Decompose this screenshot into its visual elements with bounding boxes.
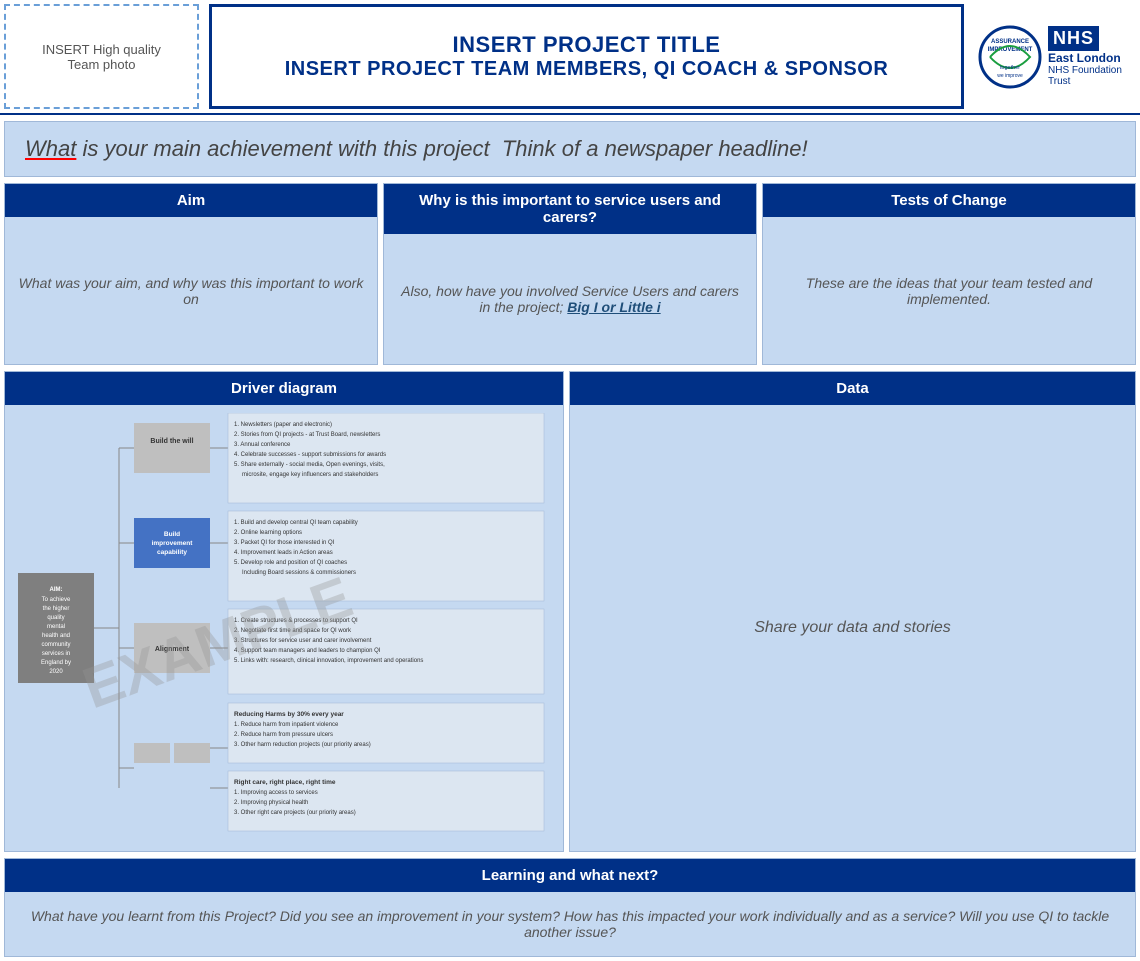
middle-section: Aim What was your aim, and why was this … bbox=[4, 183, 1136, 365]
svg-text:ASSURANCE: ASSURANCE bbox=[991, 39, 1029, 45]
svg-text:2020: 2020 bbox=[49, 669, 63, 675]
project-title-block: INSERT PROJECT TITLE INSERT PROJECT TEAM… bbox=[209, 4, 964, 109]
svg-text:improvement: improvement bbox=[152, 540, 194, 547]
svg-text:Right care, right place, right: Right care, right place, right time bbox=[234, 779, 336, 786]
aim-header: Aim bbox=[5, 184, 377, 217]
svg-text:capability: capability bbox=[157, 549, 187, 556]
big-little-i-link[interactable]: Big I or Little i bbox=[567, 299, 660, 315]
nhs-trust: NHS Foundation Trust bbox=[1048, 65, 1132, 87]
driver-diagram-section: Driver diagram AIM: To achieve the highe… bbox=[4, 371, 564, 852]
aim-section: Aim What was your aim, and why was this … bbox=[4, 183, 378, 365]
svg-text:1. Improving access to service: 1. Improving access to services bbox=[234, 790, 318, 796]
nhs-badge: ASSURANCE IMPROVEMENT together we improv… bbox=[978, 25, 1042, 89]
svg-text:mental: mental bbox=[47, 624, 65, 630]
bottom-section: Driver diagram AIM: To achieve the highe… bbox=[4, 371, 1136, 852]
aim-body: What was your aim, and why was this impo… bbox=[5, 217, 377, 364]
svg-text:4. Improvement leads in Action: 4. Improvement leads in Action areas bbox=[234, 550, 333, 556]
learning-section: Learning and what next? What have you le… bbox=[4, 858, 1136, 957]
svg-text:Build: Build bbox=[164, 531, 180, 538]
why-important-section: Why is this important to service users a… bbox=[383, 183, 757, 365]
svg-text:together: together bbox=[1000, 65, 1020, 71]
svg-text:community: community bbox=[41, 642, 70, 648]
data-header: Data bbox=[570, 372, 1135, 405]
svg-text:quality: quality bbox=[47, 615, 64, 621]
svg-text:services in: services in bbox=[42, 651, 70, 657]
driver-diagram-svg: AIM: To achieve the higher quality menta… bbox=[13, 413, 555, 843]
headline-text: What is your main achievement with this … bbox=[25, 136, 1115, 162]
svg-text:5. Develop role and position o: 5. Develop role and position of QI coach… bbox=[234, 560, 347, 566]
svg-text:1. Build and develop central Q: 1. Build and develop central QI team cap… bbox=[234, 520, 358, 526]
nhs-label: NHS bbox=[1048, 26, 1099, 51]
project-team: INSERT PROJECT TEAM MEMBERS, QI COACH & … bbox=[285, 58, 889, 81]
svg-text:2. Reduce harm from pressure u: 2. Reduce harm from pressure ulcers bbox=[234, 732, 333, 738]
svg-text:2. Stories from QI projects -: 2. Stories from QI projects - at Trust B… bbox=[234, 432, 380, 438]
data-section: Data Share your data and stories bbox=[569, 371, 1136, 852]
why-important-body: Also, how have you involved Service User… bbox=[384, 234, 756, 364]
svg-text:3. Annual conference: 3. Annual conference bbox=[234, 442, 291, 448]
nhs-logo: ASSURANCE IMPROVEMENT together we improv… bbox=[970, 0, 1140, 113]
svg-text:2. Improving physical health: 2. Improving physical health bbox=[234, 800, 308, 806]
svg-text:the higher: the higher bbox=[43, 606, 70, 612]
nhs-circle-svg: ASSURANCE IMPROVEMENT together we improv… bbox=[978, 25, 1042, 89]
team-photo-placeholder: INSERT High qualityTeam photo bbox=[4, 4, 199, 109]
svg-text:microsite, engage key influenc: microsite, engage key influencers and st… bbox=[242, 472, 378, 478]
svg-text:To achieve: To achieve bbox=[42, 597, 71, 603]
svg-text:AIM:: AIM: bbox=[50, 587, 63, 593]
data-body: Share your data and stories bbox=[570, 405, 1135, 851]
headline-banner: What is your main achievement with this … bbox=[4, 121, 1136, 177]
nhs-org: East London bbox=[1048, 51, 1121, 65]
svg-text:3. Packet QI for those interes: 3. Packet QI for those interested in QI bbox=[234, 540, 335, 546]
driver-diagram-header: Driver diagram bbox=[5, 372, 563, 405]
svg-text:3. Other harm reduction projec: 3. Other harm reduction projects (our pr… bbox=[234, 742, 371, 748]
svg-text:Build the will: Build the will bbox=[150, 438, 193, 445]
learning-body: What have you learnt from this Project? … bbox=[5, 892, 1135, 956]
svg-text:England by: England by bbox=[41, 660, 71, 666]
svg-text:5. Share externally - social m: 5. Share externally - social media, Open… bbox=[234, 462, 385, 468]
svg-text:1. Newsletters (paper and elec: 1. Newsletters (paper and electronic) bbox=[234, 422, 332, 428]
why-important-header: Why is this important to service users a… bbox=[384, 184, 756, 234]
svg-text:Reducing Harms by 30% every ye: Reducing Harms by 30% every year bbox=[234, 711, 344, 718]
svg-text:2. Online learning options: 2. Online learning options bbox=[234, 530, 302, 536]
driver-diagram-body: AIM: To achieve the higher quality menta… bbox=[5, 405, 563, 851]
tests-of-change-body: These are the ideas that your team teste… bbox=[763, 217, 1135, 364]
tests-of-change-section: Tests of Change These are the ideas that… bbox=[762, 183, 1136, 365]
svg-text:1. Reduce harm from inpatient: 1. Reduce harm from inpatient violence bbox=[234, 722, 339, 728]
tests-of-change-header: Tests of Change bbox=[763, 184, 1135, 217]
header: INSERT High qualityTeam photo INSERT PRO… bbox=[0, 0, 1140, 115]
svg-text:health and: health and bbox=[42, 633, 70, 639]
svg-text:3. Other right care projects (: 3. Other right care projects (our priori… bbox=[234, 810, 356, 816]
learning-header: Learning and what next? bbox=[5, 859, 1135, 892]
svg-text:we improve: we improve bbox=[997, 73, 1023, 79]
nhs-text: NHS East London NHS Foundation Trust bbox=[1048, 26, 1132, 87]
svg-text:4. Celebrate successes - suppo: 4. Celebrate successes - support submiss… bbox=[234, 452, 386, 458]
project-title: INSERT PROJECT TITLE bbox=[453, 32, 721, 58]
